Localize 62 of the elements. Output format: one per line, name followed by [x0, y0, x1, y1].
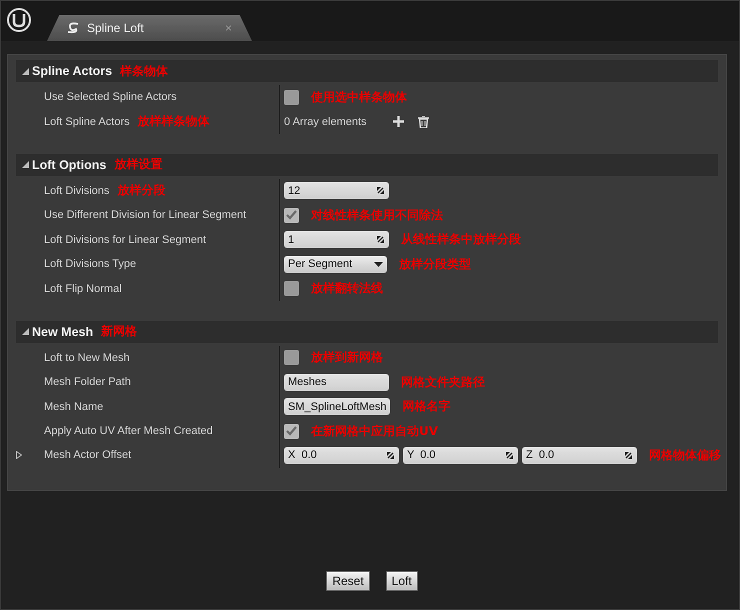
annotation-text: 样条物体	[120, 62, 168, 80]
spline-icon	[67, 22, 79, 34]
number-field[interactable]: 1	[284, 231, 389, 248]
text-field[interactable]: SM_SplineLoftMesh	[284, 398, 390, 416]
collapse-arrow-icon[interactable]	[22, 328, 29, 336]
annotation-text: 对线性样条使用不同除法	[311, 206, 443, 224]
annotation-text: 放样到新网格	[311, 349, 383, 366]
collapse-arrow-icon[interactable]	[22, 68, 29, 74]
text-field[interactable]: Meshes	[284, 374, 389, 391]
property-label: Loft Flip Normal	[44, 282, 122, 295]
loft-button[interactable]: Loft	[386, 571, 418, 591]
annotation-text: 放样样条物体	[138, 113, 210, 130]
property-label: Apply Auto UV After Mesh Created	[44, 425, 213, 438]
collapse-arrow-icon[interactable]	[22, 161, 29, 168]
drag-handle-icon[interactable]	[505, 450, 514, 460]
drag-handle-icon[interactable]	[386, 450, 395, 460]
annotation-text: 网格物体偏移	[649, 446, 721, 464]
property-label: Use Selected Spline Actors	[44, 91, 177, 104]
tab-label: Spline Loft	[87, 21, 145, 35]
annotation-text: 放样分段类型	[399, 256, 471, 273]
vector-field[interactable]: Y 0.0	[403, 446, 518, 464]
drag-handle-icon[interactable]	[624, 450, 633, 460]
property-label: Mesh Name	[44, 400, 104, 413]
checkbox[interactable]	[284, 350, 299, 366]
property-label: Loft Divisions	[44, 184, 110, 197]
property-label: Mesh Actor Offset	[44, 449, 132, 462]
dropdown[interactable]: Per Segment	[284, 256, 387, 273]
array-count: 0 Array elements	[284, 116, 367, 128]
checkbox[interactable]	[284, 208, 299, 223]
annotation-text: 放样翻转法线	[311, 280, 383, 298]
annotation-text: 网格文件夹路径	[401, 374, 485, 391]
annotation-text: 放样设置	[114, 156, 162, 174]
property-label: Loft Spline Actors	[44, 116, 130, 128]
drag-handle-icon[interactable]	[376, 235, 385, 244]
property-label: Loft Divisions for Linear Segment	[44, 234, 206, 246]
section-title[interactable]: Loft Options	[32, 158, 106, 172]
checkbox[interactable]	[284, 281, 299, 296]
vector-field[interactable]: Z 0.0	[522, 446, 637, 464]
drag-handle-icon[interactable]	[376, 186, 385, 196]
window-tab[interactable]: Spline Loft ×	[47, 15, 252, 41]
property-label: Use Different Division for Linear Segment	[44, 209, 246, 222]
app-logo-icon	[6, 7, 32, 33]
vector-field[interactable]: X 0.0	[284, 446, 399, 464]
dropdown-arrow-icon	[374, 262, 383, 267]
section-title[interactable]: New Mesh	[32, 324, 94, 339]
expand-arrow-icon[interactable]	[16, 451, 22, 460]
annotation-text: 放样分段	[117, 182, 166, 200]
section-title[interactable]: Spline Actors	[32, 64, 112, 78]
property-label: Loft Divisions Type	[44, 258, 136, 270]
checkbox[interactable]	[284, 424, 299, 439]
annotation-text: 在新网格中应用自动UV	[311, 422, 438, 440]
annotation-text: 网格名字	[402, 398, 450, 416]
checkbox[interactable]	[284, 90, 299, 105]
reset-button[interactable]: Reset	[326, 571, 370, 591]
number-field[interactable]: 12	[284, 182, 389, 200]
property-label: Loft to New Mesh	[44, 352, 130, 364]
property-label: Mesh Folder Path	[44, 376, 131, 388]
annotation-text: 新网格	[101, 323, 138, 340]
annotation-text: 从线性样条中放样分段	[401, 231, 521, 248]
annotation-text: 使用选中样条物体	[311, 88, 407, 106]
trash-icon[interactable]	[418, 116, 429, 128]
add-icon[interactable]	[392, 116, 404, 128]
